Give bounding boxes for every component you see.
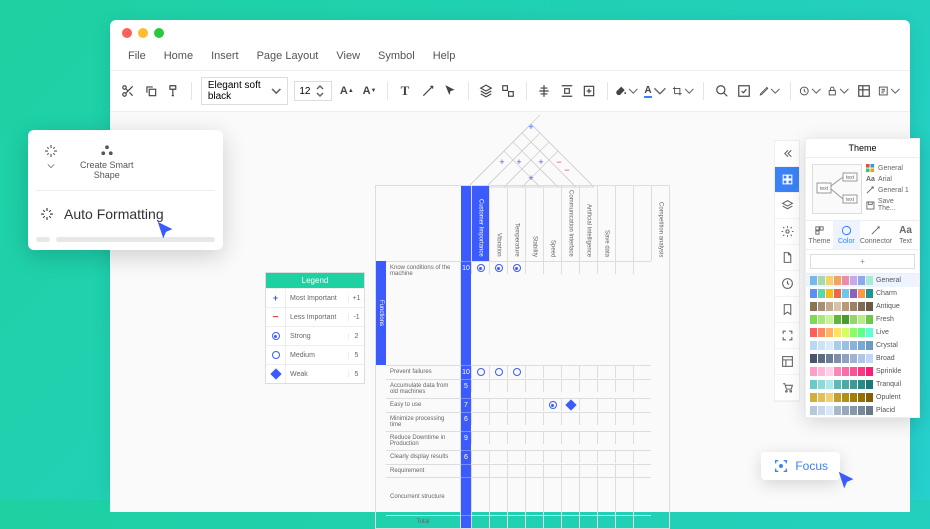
align-icon[interactable] <box>536 80 553 102</box>
toolbar: Elegant soft black 12 A▲ A▼ T A <box>110 71 910 112</box>
strip-layout-icon[interactable] <box>775 349 799 375</box>
theme-title: Theme <box>806 139 919 158</box>
legend-row: Medium5 <box>266 345 364 364</box>
color-scheme-fresh[interactable]: Fresh <box>806 313 919 326</box>
legend-row: Strong2 <box>266 326 364 345</box>
minimize-dot[interactable] <box>138 28 148 38</box>
color-scheme-opulent[interactable]: Opulent <box>806 391 919 404</box>
theme-prop-general[interactable]: General <box>866 164 913 173</box>
svg-text:−: − <box>556 157 561 167</box>
font-select[interactable]: Elegant soft black <box>201 77 289 105</box>
auto-formatting-button[interactable]: Auto Formatting <box>36 201 215 227</box>
svg-text:+: + <box>538 157 543 167</box>
strip-page-icon[interactable] <box>775 245 799 271</box>
svg-text:−: − <box>564 165 569 175</box>
svg-text:text: text <box>846 175 855 181</box>
menu-symbol[interactable]: Symbol <box>378 50 415 62</box>
crop-icon[interactable] <box>672 80 694 102</box>
group-icon[interactable] <box>500 80 517 102</box>
size-icon[interactable] <box>581 80 598 102</box>
theme-tabs: Theme Color Connector AaText <box>806 221 919 250</box>
smart-shape-popup: Create Smart Shape Auto Formatting <box>28 130 223 250</box>
theme-prop-connector[interactable]: General 1 <box>866 186 913 195</box>
sparkle-button[interactable] <box>36 138 66 184</box>
svg-text:+: + <box>528 122 533 132</box>
cut-icon[interactable] <box>120 80 137 102</box>
legend-panel: Legend +Most Important+1−Less Important-… <box>265 272 365 384</box>
font-color-icon[interactable]: A <box>644 80 666 102</box>
tab-connector[interactable]: Connector <box>860 221 892 249</box>
color-scheme-tranquil[interactable]: Tranquil <box>806 378 919 391</box>
fill-icon[interactable] <box>616 80 638 102</box>
link-icon[interactable] <box>799 80 821 102</box>
table-icon[interactable] <box>855 80 872 102</box>
svg-text:+: + <box>528 173 533 183</box>
strip-theme-icon[interactable] <box>775 167 799 193</box>
tab-text[interactable]: AaText <box>892 221 919 249</box>
search-icon[interactable] <box>713 80 730 102</box>
pointer-icon[interactable] <box>442 80 459 102</box>
connector-icon[interactable] <box>419 80 436 102</box>
strip-expand-icon[interactable] <box>775 141 799 167</box>
maximize-dot[interactable] <box>154 28 164 38</box>
copy-icon[interactable] <box>143 80 160 102</box>
menu-insert[interactable]: Insert <box>211 50 239 62</box>
color-scheme-live[interactable]: Live <box>806 326 919 339</box>
increase-font-icon[interactable]: A▲ <box>338 80 355 102</box>
create-smart-shape-button[interactable]: Create Smart Shape <box>74 138 140 184</box>
svg-text:+: + <box>499 157 504 167</box>
menubar: File Home Insert Page Layout View Symbol… <box>110 46 910 71</box>
strip-cart-icon[interactable] <box>775 375 799 401</box>
close-dot[interactable] <box>122 28 132 38</box>
svg-text:+: + <box>516 157 521 167</box>
add-scheme-button[interactable]: + <box>810 254 915 269</box>
color-scheme-charm[interactable]: Charm <box>806 287 919 300</box>
legend-title: Legend <box>266 273 364 288</box>
color-scheme-antique[interactable]: Antique <box>806 300 919 313</box>
tab-theme[interactable]: Theme <box>806 221 833 249</box>
theme-preview: text text text <box>812 164 862 214</box>
cursor-icon <box>155 220 177 242</box>
theme-prop-font[interactable]: AaArial <box>866 176 913 183</box>
strip-layers-icon[interactable] <box>775 193 799 219</box>
menu-file[interactable]: File <box>128 50 146 62</box>
tab-color[interactable]: Color <box>833 221 860 249</box>
menu-view[interactable]: View <box>336 50 360 62</box>
strip-history-icon[interactable] <box>775 271 799 297</box>
legend-row: −Less Important-1 <box>266 307 364 326</box>
more-icon[interactable] <box>878 80 900 102</box>
pen-icon[interactable] <box>759 80 781 102</box>
window-controls <box>110 20 910 46</box>
svg-text:text: text <box>820 186 829 192</box>
font-size[interactable]: 12 <box>294 81 332 101</box>
menu-pagelayout[interactable]: Page Layout <box>257 50 319 62</box>
focus-button[interactable]: Focus <box>761 452 840 480</box>
menu-help[interactable]: Help <box>433 50 456 62</box>
decrease-font-icon[interactable]: A▼ <box>361 80 378 102</box>
color-scheme-placid[interactable]: Placid <box>806 404 919 417</box>
menu-home[interactable]: Home <box>164 50 193 62</box>
theme-prop-save[interactable]: Save The... <box>866 198 913 212</box>
side-toolstrip <box>774 140 800 402</box>
strip-fullscreen-icon[interactable] <box>775 323 799 349</box>
svg-text:text: text <box>846 197 855 203</box>
format-painter-icon[interactable] <box>165 80 182 102</box>
text-tool-icon[interactable]: T <box>397 80 414 102</box>
lock-icon[interactable] <box>827 80 849 102</box>
color-scheme-broad[interactable]: Broad <box>806 352 919 365</box>
strip-bookmark-icon[interactable] <box>775 297 799 323</box>
color-scheme-crystal[interactable]: Crystal <box>806 339 919 352</box>
spellcheck-icon[interactable] <box>736 80 753 102</box>
cursor-icon <box>836 470 858 492</box>
theme-panel: Theme text text text General AaArial Gener… <box>805 138 920 418</box>
legend-row: Weak5 <box>266 364 364 383</box>
distribute-icon[interactable] <box>558 80 575 102</box>
layers-icon[interactable] <box>477 80 494 102</box>
color-scheme-sprinkle[interactable]: Sprinkle <box>806 365 919 378</box>
color-scheme-general[interactable]: General <box>806 274 919 287</box>
qfd-roof: + + + + − − + <box>459 115 589 185</box>
strip-settings-icon[interactable] <box>775 219 799 245</box>
legend-row: +Most Important+1 <box>266 288 364 307</box>
